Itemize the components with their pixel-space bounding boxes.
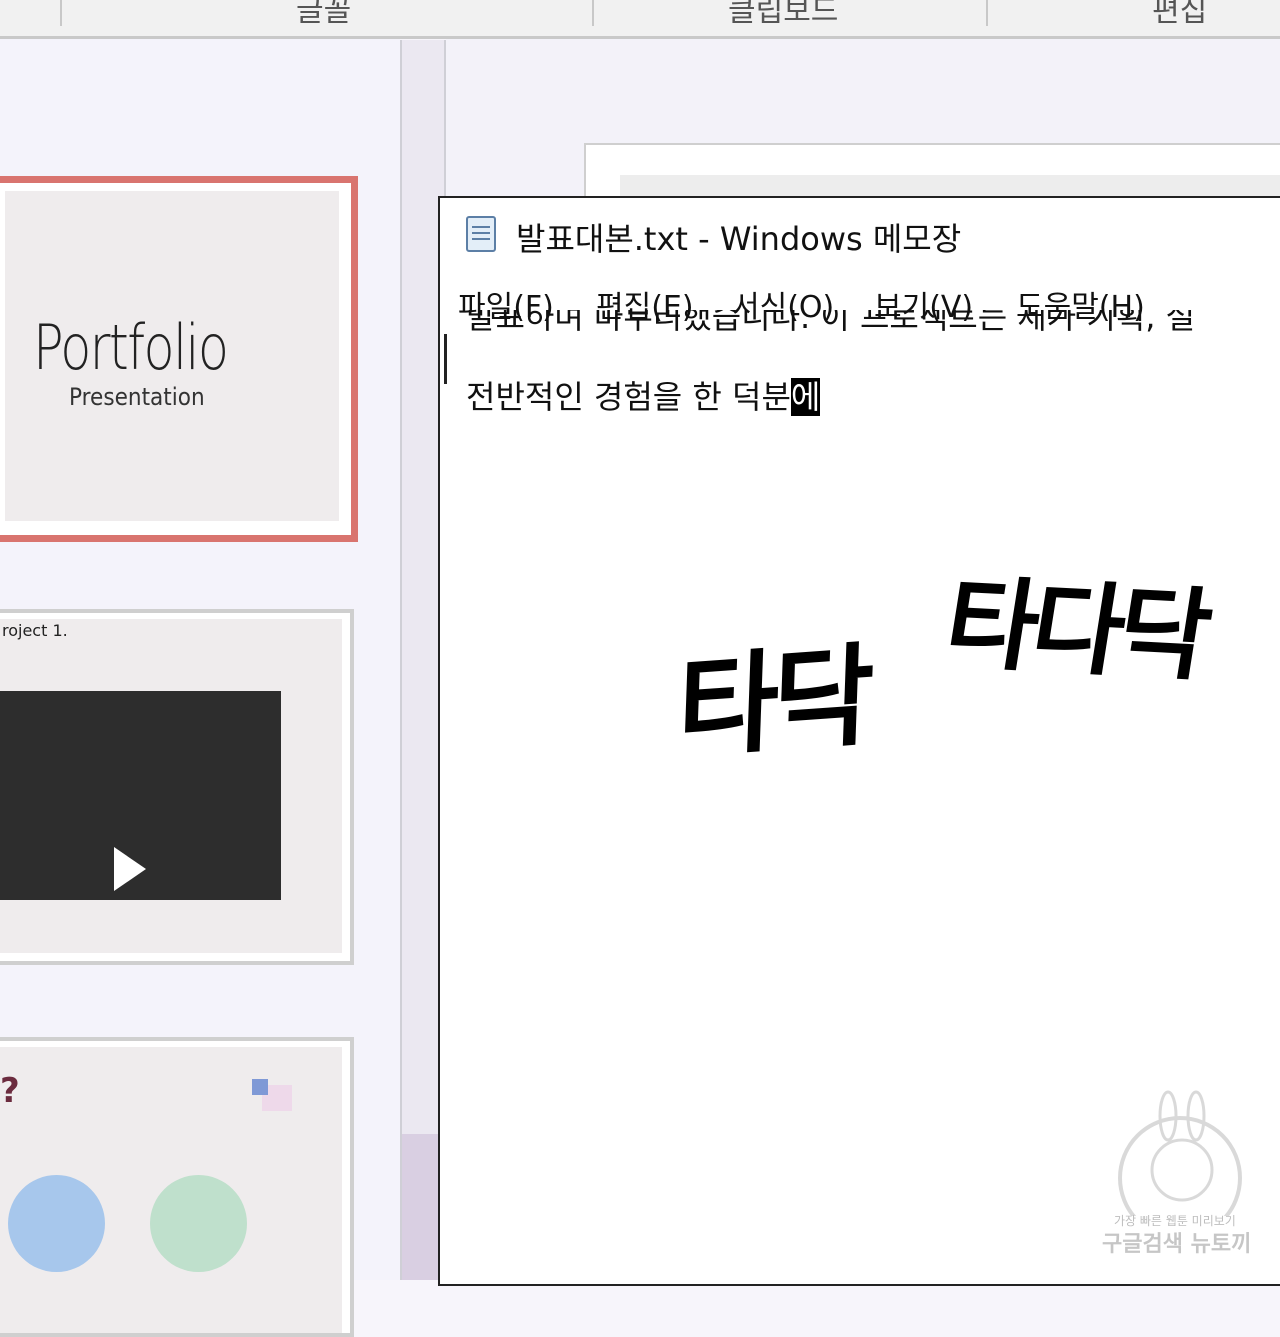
notepad-icon (466, 216, 496, 252)
text-line-1-content: 발표하며 마무리했습니다. 이 프로젝트는 제가 기획, 설 (466, 310, 1196, 336)
notepad-icon-line (472, 238, 490, 240)
slide-subtitle: Presentation (69, 383, 205, 411)
notepad-title: 발표대본.txt - Windows 메모장 (516, 220, 962, 258)
sound-effect-text: 타다닥 (937, 564, 1214, 695)
decor-circle-blue (8, 1175, 105, 1272)
slide-heading: ? (0, 1071, 20, 1111)
slide-label: roject 1. (2, 621, 68, 640)
slide-thumbnail-panel: Portfolio Presentation roject 1. ? (0, 39, 400, 1337)
slide-title: Portfolio (33, 311, 229, 384)
selected-text: 에 (790, 378, 821, 416)
play-icon (114, 847, 146, 891)
ribbon-group-clipboard[interactable]: 클립보드 (728, 0, 838, 30)
ribbon-group-font[interactable]: 글꼴 (296, 0, 351, 30)
notepad-titlebar[interactable]: 발표대본.txt - Windows 메모장 (440, 198, 1280, 270)
video-placeholder (0, 691, 281, 900)
notepad-icon-line (472, 226, 490, 228)
watermark-big-text: 구글검색 뉴토끼 (1102, 1232, 1252, 1257)
ribbon-group-edit[interactable]: 편집 (1152, 0, 1207, 30)
ribbon-separator (986, 0, 988, 26)
slide-thumbnail-1[interactable]: Portfolio Presentation (0, 176, 358, 542)
text-line-1[interactable]: 발표하며 마무리했습니다. 이 프로젝트는 제가 기획, 설 (466, 310, 1266, 346)
text-line-2-content: 전반적인 경험을 한 덕분 (466, 378, 791, 416)
watermark: 가장 빠른 웹툰 미리보기 구글검색 뉴토끼 (1096, 1086, 1266, 1257)
ribbon: 글꼴 클립보드 편집 (0, 0, 1280, 39)
text-caret (444, 334, 447, 384)
notepad-icon-line (472, 232, 490, 234)
decor-square (252, 1079, 268, 1095)
ribbon-separator (592, 0, 594, 26)
slide-thumbnail-3[interactable]: ? (0, 1037, 354, 1337)
text-line-2[interactable]: 전반적인 경험을 한 덕분에 (466, 372, 1266, 418)
sound-effect-text: 타닥 (675, 631, 871, 774)
decor-circle-green (150, 1175, 247, 1272)
slide-thumbnail-2[interactable]: roject 1. (0, 609, 354, 965)
watermark-logo (1118, 1090, 1242, 1240)
ribbon-separator (60, 0, 62, 26)
